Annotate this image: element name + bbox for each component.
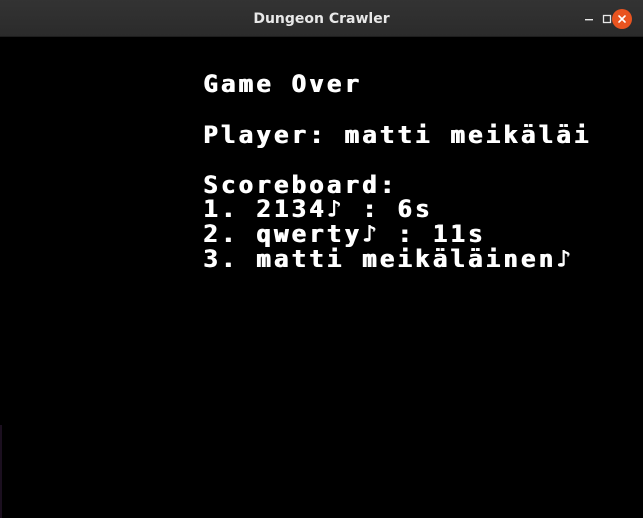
window-edge (0, 425, 2, 518)
title-bar[interactable]: Dungeon Crawler (0, 0, 643, 37)
player-name-line: Player: matti meikäläi (203, 121, 592, 149)
game-over-heading: Game Over (203, 70, 362, 98)
minimize-button[interactable] (579, 9, 599, 29)
scoreboard-entry: 1. 2134♪ : 6s (203, 195, 433, 223)
scoreboard-entry: 2. qwerty♪ : 11s (203, 220, 486, 248)
scoreboard-entry: 3. matti meikäläinen♪ (203, 245, 574, 273)
game-canvas[interactable]: Game Over Player: matti meikäläi Scorebo… (0, 37, 643, 518)
close-icon (618, 15, 626, 23)
minimize-icon (585, 19, 593, 21)
window-title: Dungeon Crawler (253, 11, 390, 27)
close-button[interactable] (612, 9, 632, 29)
app-window: Dungeon Crawler Game Over Player: matti … (0, 0, 643, 518)
